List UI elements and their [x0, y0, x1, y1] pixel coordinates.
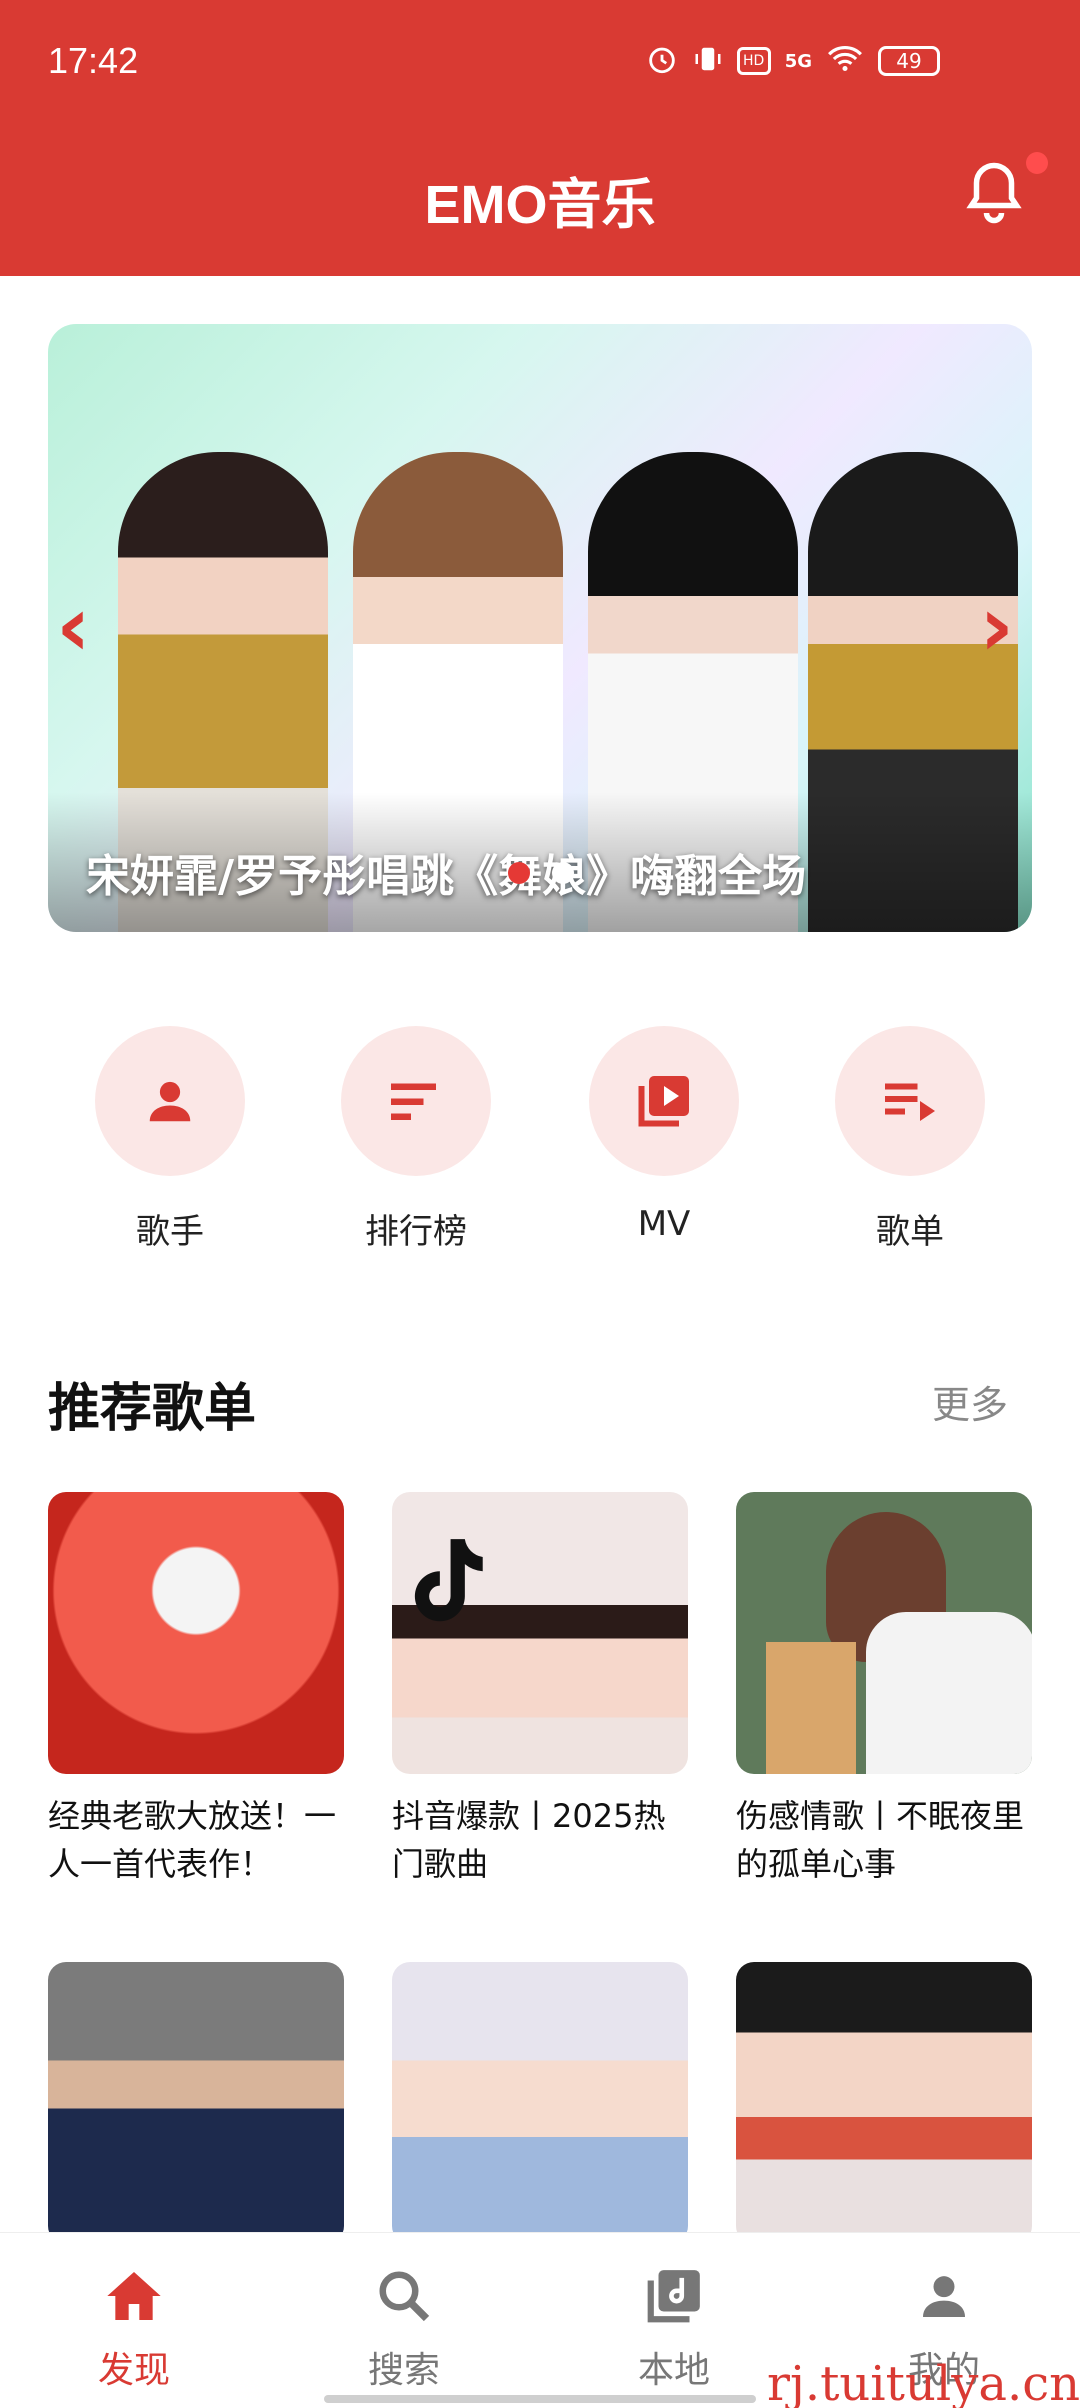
quick-entry-label: MV — [637, 1204, 691, 1244]
tiktok-logo-icon — [414, 1539, 483, 1622]
playlist-title: 抖音爆款丨2025热门歌曲 — [392, 1797, 666, 1883]
wifi-icon — [826, 44, 864, 78]
playlist-card[interactable]: 伤感情歌丨不眠夜里的孤单心事 — [736, 1492, 1032, 1888]
signal-icon: 5G — [784, 50, 812, 72]
nav-discover[interactable]: 发现 — [54, 2261, 214, 2393]
home-indicator — [324, 2395, 756, 2403]
app-header: 17:42 HD 5G 49 EMO音乐 — [0, 0, 1080, 276]
playlist-cover — [392, 1492, 688, 1774]
playlist-cover — [736, 1962, 1032, 2244]
playlist-cover — [736, 1492, 1032, 1774]
playlist-cover — [48, 1492, 344, 1774]
playlist-cover — [392, 1962, 688, 2244]
carousel-dot-active[interactable] — [508, 862, 530, 884]
playlist-card[interactable]: 抖音爆款丨2025热门歌曲 — [392, 1492, 688, 1888]
notification-bell-icon[interactable] — [964, 158, 1024, 228]
banner-carousel[interactable]: 宋妍霏/罗予彤唱跳《舞娘》嗨翻全场 ‹ › — [48, 324, 1032, 932]
quick-entry-mv[interactable]: MV — [584, 1026, 744, 1244]
person-icon — [95, 1026, 245, 1176]
nav-local[interactable]: 本地 — [594, 2261, 754, 2393]
playlist-card[interactable] — [736, 1962, 1032, 2244]
more-link[interactable]: 更多 — [932, 1374, 1008, 1429]
hd-badge: HD — [736, 47, 771, 75]
search-icon — [369, 2261, 439, 2331]
profile-icon — [909, 2261, 979, 2331]
status-icons: HD 5G 49 — [645, 42, 940, 80]
quick-entry-playlist[interactable]: 歌单 — [830, 1026, 990, 1253]
chevron-right-icon[interactable]: › — [979, 584, 1014, 668]
quick-entry-label: 排行榜 — [365, 1212, 467, 1252]
home-icon — [99, 2261, 169, 2331]
nav-label: 搜索 — [367, 2350, 440, 2391]
music-library-icon — [639, 2261, 709, 2331]
nav-label: 发现 — [97, 2350, 170, 2391]
quick-entry-ranking[interactable]: 排行榜 — [336, 1026, 496, 1253]
playlist-title: 经典老歌大放送！一人一首代表作！ — [48, 1797, 337, 1883]
playlist-cover — [48, 1962, 344, 2244]
battery-indicator: 49 — [878, 46, 940, 76]
video-library-icon — [589, 1026, 739, 1176]
carousel-dot[interactable] — [552, 862, 574, 884]
nav-search[interactable]: 搜索 — [324, 2261, 484, 2393]
chevron-left-icon[interactable]: ‹ — [56, 584, 91, 668]
playlist-icon — [835, 1026, 985, 1176]
playlist-card[interactable]: 经典老歌大放送！一人一首代表作！ — [48, 1492, 344, 1888]
section-title: 推荐歌单 — [48, 1379, 257, 1439]
quick-entries: 歌手 排行榜 MV 歌单 — [0, 1026, 1080, 1256]
carousel-dots — [508, 862, 574, 884]
ranking-icon — [341, 1026, 491, 1176]
notification-dot — [1026, 152, 1048, 174]
status-time: 17:42 — [48, 40, 139, 81]
quick-entry-label: 歌单 — [876, 1212, 944, 1252]
banner-caption: 宋妍霏/罗予彤唱跳《舞娘》嗨翻全场 — [86, 851, 807, 902]
alarm-icon — [645, 42, 679, 80]
app-title: EMO音乐 — [424, 175, 656, 235]
nav-label: 本地 — [637, 2350, 710, 2391]
quick-entry-singer[interactable]: 歌手 — [90, 1026, 250, 1253]
vibrate-icon — [693, 42, 723, 80]
playlist-card[interactable] — [392, 1962, 688, 2244]
playlist-title: 伤感情歌丨不眠夜里的孤单心事 — [736, 1797, 1025, 1883]
watermark: rj.tuitulya.cn — [767, 2356, 1080, 2408]
playlist-card[interactable] — [48, 1962, 344, 2244]
quick-entry-label: 歌手 — [136, 1212, 204, 1252]
